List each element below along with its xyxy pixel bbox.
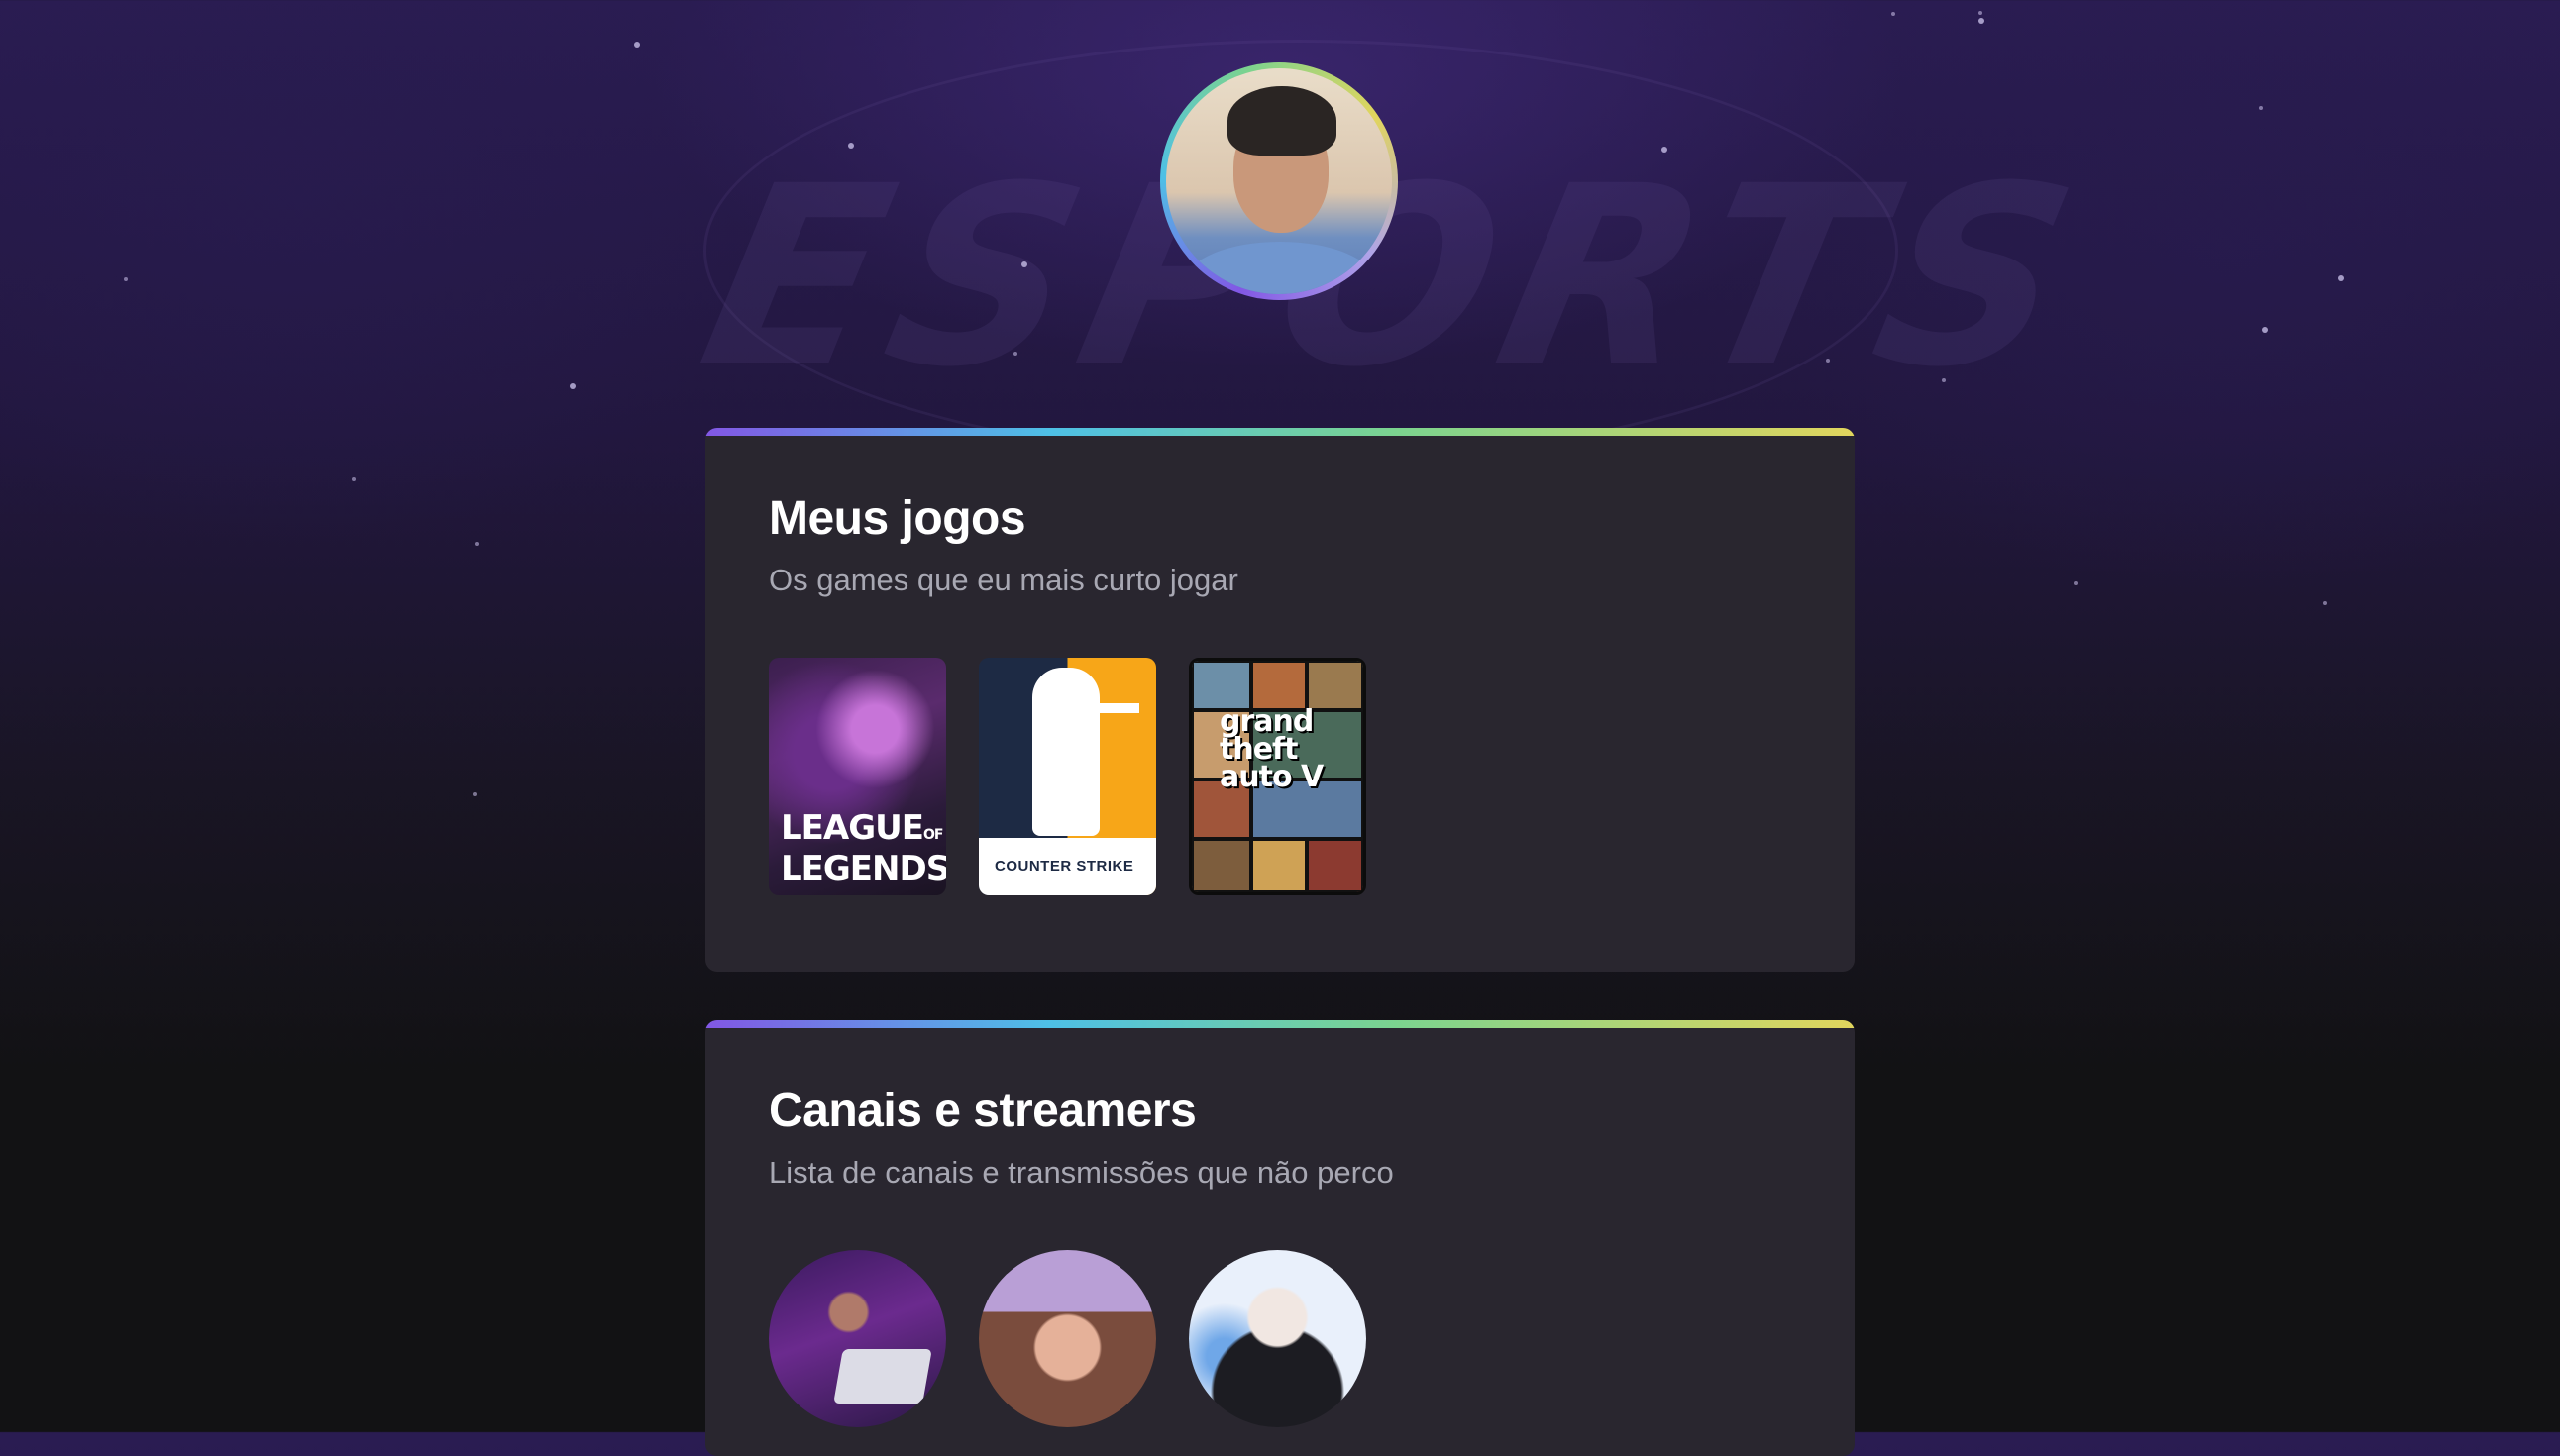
streamers-card: Canais e streamers Lista de canais e tra… bbox=[705, 1020, 1855, 1456]
gta-logo-text: grand theft auto V bbox=[1220, 704, 1324, 794]
game-league-of-legends[interactable]: LEAGUEOF LEGENDS bbox=[769, 658, 946, 895]
games-card: Meus jogos Os games que eu mais curto jo… bbox=[705, 428, 1855, 972]
profile-photo bbox=[1166, 68, 1392, 294]
game-gta-v[interactable]: grand theft auto V bbox=[1189, 658, 1366, 895]
streamer-avatar-3[interactable] bbox=[1189, 1250, 1366, 1427]
games-subtitle: Os games que eu mais curto jogar bbox=[769, 563, 1238, 597]
streamers-title: Canais e streamers bbox=[769, 1085, 1197, 1137]
profile-avatar bbox=[1160, 62, 1398, 300]
games-title: Meus jogos bbox=[769, 492, 1026, 545]
cs-logo-text: COUNTER STRIKE bbox=[995, 858, 1134, 875]
cs-soldier-silhouette bbox=[1032, 668, 1100, 836]
streamers-subtitle: Lista de canais e transmissões que não p… bbox=[769, 1155, 1394, 1190]
streamer-avatar-1[interactable] bbox=[769, 1250, 946, 1427]
streamer-avatar-2[interactable] bbox=[979, 1250, 1156, 1427]
game-counter-strike[interactable]: COUNTER STRIKE bbox=[979, 658, 1156, 895]
lol-logo: LEAGUEOF LEGENDS bbox=[781, 808, 946, 888]
